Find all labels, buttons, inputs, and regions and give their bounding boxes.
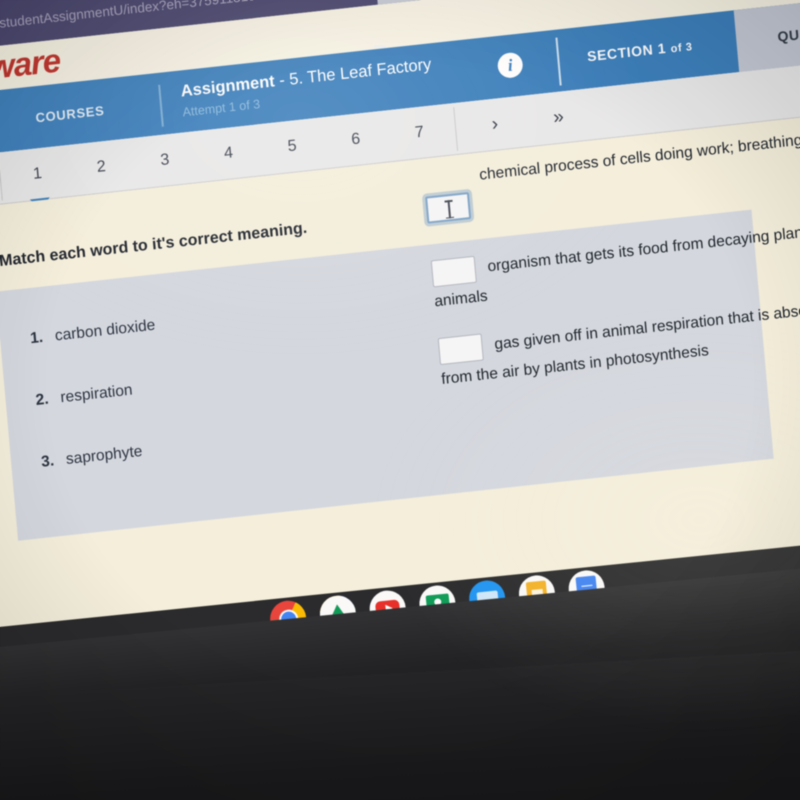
pager-number-3-label: 3 [159, 150, 170, 169]
top-nav: LEARN MESSAGE HELP [368, 0, 800, 5]
section-indicator: SECTION 1 of 3 [586, 37, 694, 65]
question-indicator-text: QUESTION 1 [776, 19, 800, 45]
question-indicator: QUESTION 1 of 8 [733, 0, 800, 73]
chrome-active-indicator [374, 45, 386, 48]
text-cursor-icon [447, 200, 451, 219]
pager-number-3[interactable]: 3 [131, 131, 199, 189]
info-icon[interactable]: i [496, 51, 524, 80]
match-term-3-number: 3. [40, 452, 55, 471]
match-term-2-number: 2. [34, 390, 50, 409]
pager-number-1-label: 1 [32, 164, 43, 183]
chevron-right-icon: › [490, 112, 499, 135]
pager-number-6-label: 6 [350, 129, 361, 148]
docs-inner-lines-icon [580, 584, 592, 588]
pager-last-button[interactable]: » [524, 89, 592, 147]
pager-next-button[interactable]: › [461, 95, 529, 153]
pager-number-6[interactable]: 6 [322, 111, 390, 169]
pager-separator [453, 107, 459, 152]
appbar-vertical-line [555, 37, 562, 86]
pager-number-4-label: 4 [223, 143, 234, 162]
assignment-title-sub: - 5. The Leaf Factory [278, 55, 433, 90]
match-term-1-number: 1. [29, 328, 44, 348]
double-chevron-right-icon: » [552, 105, 565, 128]
pager-number-5-label: 5 [286, 136, 298, 155]
pager-number-7-label: 7 [414, 123, 425, 141]
pager-number-2-label: 2 [95, 157, 107, 176]
pager-number-1[interactable]: 1 [4, 145, 72, 203]
appbar-divider [158, 84, 164, 127]
pager-number-7[interactable]: 7 [385, 104, 453, 162]
nav-courses[interactable]: COURSES [35, 103, 105, 125]
photo-of-chromebook-screen: Clever | Log In × Odysseyware ...hools.c… [0, 0, 800, 800]
match-answer-input-1[interactable] [425, 192, 472, 224]
section-indicator-small: of 3 [670, 41, 694, 56]
pager-separator [0, 156, 3, 201]
pager-number-2[interactable]: 2 [67, 138, 135, 196]
assignment-title-main: Assignment [179, 72, 276, 101]
assignment-attempt: Attempt 1 of 3 [182, 97, 261, 120]
question-indicator-inner: QUESTION 1 of 8 [777, 16, 800, 45]
pager-number-5[interactable]: 5 [258, 117, 326, 175]
pager-number-4[interactable]: 4 [194, 124, 262, 182]
tab-learn[interactable]: LEARN [374, 0, 486, 5]
section-indicator-text: SECTION 1 [586, 39, 667, 65]
